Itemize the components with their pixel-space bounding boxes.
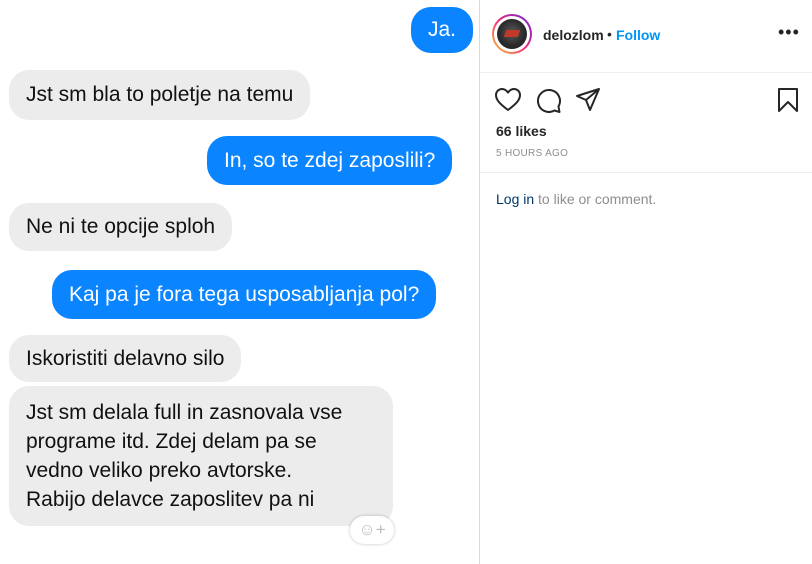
avatar[interactable] (492, 14, 532, 54)
message-incoming: Ne ni te opcije sploh (9, 203, 233, 251)
avatar-logo-mark (503, 30, 521, 37)
comment-icon[interactable] (534, 86, 562, 114)
emoji-reaction-icon: ☺+ (350, 516, 394, 544)
username-link[interactable]: delozlom (543, 27, 604, 43)
likes-count[interactable]: 66 likes (496, 123, 547, 139)
message-line: programe itd. Zdej delam pa se (26, 430, 317, 453)
message-outgoing: In, so te zdej zaposlili? (207, 136, 453, 185)
login-prompt: Log in to like or comment. (496, 191, 656, 207)
post-actions (480, 86, 812, 116)
separator-dot: • (607, 26, 612, 42)
post-timestamp[interactable]: 5 HOURS AGO (496, 148, 568, 159)
login-prompt-text: to like or comment. (534, 191, 657, 207)
avatar-image (497, 19, 527, 49)
message-line: Jst sm delala full in zasnovala vse (26, 401, 343, 424)
message-outgoing: Kaj pa je fora tega usposabljanja pol? (52, 270, 437, 319)
follow-button[interactable]: Follow (616, 27, 660, 43)
message-incoming: Iskoristiti delavno silo (9, 335, 242, 382)
post-header: delozlom • Follow ••• (480, 0, 812, 73)
avatar-frame (494, 16, 530, 52)
message-incoming-multiline: Jst sm delala full in zasnovala vse prog… (9, 386, 393, 526)
bookmark-icon[interactable] (774, 86, 802, 114)
more-icon[interactable]: ••• (778, 22, 800, 43)
login-link[interactable]: Log in (496, 191, 534, 207)
heart-icon[interactable] (494, 86, 522, 114)
message-incoming: Jst sm bla to poletje na temu (9, 70, 311, 120)
post-sidebar: delozlom • Follow ••• 66 likes 5 HOURS A… (480, 0, 812, 564)
chat-screenshot: Ja. Jst sm bla to poletje na temu In, so… (0, 0, 480, 564)
message-line: Rabijo delavce zaposlitev pa ni (26, 488, 315, 511)
section-divider (480, 172, 812, 173)
message-line: vedno veliko preko avtorske. (26, 459, 293, 482)
share-icon[interactable] (574, 86, 602, 114)
message-outgoing: Ja. (411, 7, 474, 53)
